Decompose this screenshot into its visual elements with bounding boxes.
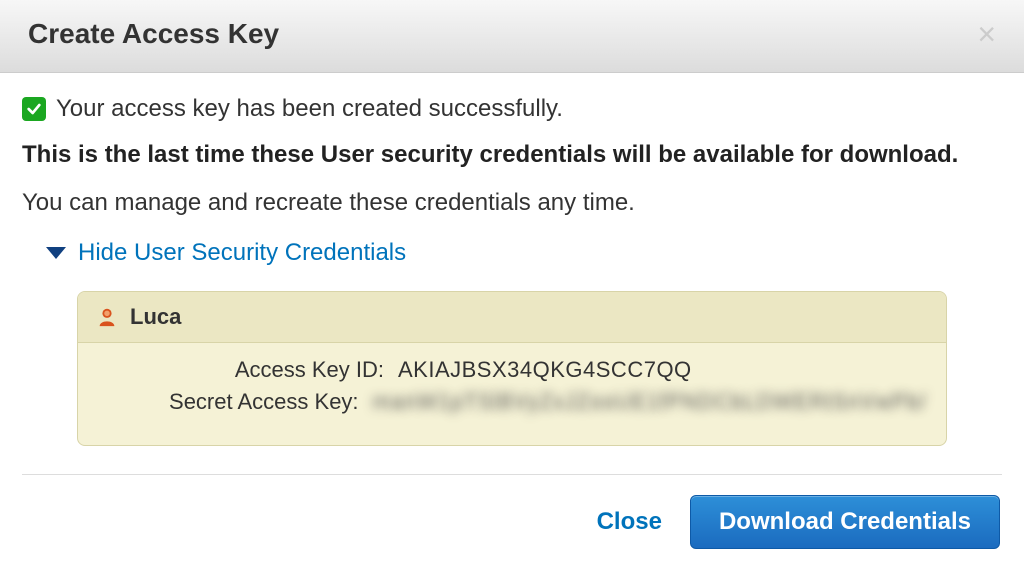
- credentials-panel-body: Access Key ID: AKIAJBSX34QKG4SCC7QQ Secr…: [78, 343, 946, 445]
- toggle-label: Hide User Security Credentials: [78, 239, 406, 267]
- checkmark-icon: [22, 97, 46, 121]
- close-button[interactable]: Close: [597, 508, 662, 536]
- download-credentials-button[interactable]: Download Credentials: [690, 495, 1000, 549]
- dialog-body: Your access key has been created success…: [0, 73, 1024, 446]
- credentials-panel-header: Luca: [78, 292, 946, 343]
- close-icon[interactable]: ×: [977, 18, 996, 50]
- user-name: Luca: [130, 304, 181, 330]
- dialog-header: Create Access Key ×: [0, 0, 1024, 73]
- access-key-id-label: Access Key ID:: [98, 357, 398, 383]
- success-text: Your access key has been created success…: [56, 95, 563, 123]
- success-message: Your access key has been created success…: [22, 95, 1002, 123]
- access-key-id-row: Access Key ID: AKIAJBSX34QKG4SCC7QQ: [98, 357, 926, 383]
- dialog-footer: Close Download Credentials: [0, 475, 1024, 569]
- warning-text: This is the last time these User securit…: [22, 141, 1002, 169]
- info-text: You can manage and recreate these creden…: [22, 189, 1002, 217]
- user-icon: [96, 306, 118, 328]
- caret-down-icon: [46, 247, 66, 259]
- access-key-id-value: AKIAJBSX34QKG4SCC7QQ: [398, 357, 692, 383]
- credentials-panel: Luca Access Key ID: AKIAJBSX34QKG4SCC7QQ…: [77, 291, 947, 446]
- secret-access-key-label: Secret Access Key:: [98, 389, 373, 415]
- toggle-credentials[interactable]: Hide User Security Credentials: [46, 239, 1002, 267]
- secret-access-key-value: manW1pTSlBVyZxJZooUE1fPNDCbLDWERtSnVwPb/: [373, 389, 926, 415]
- dialog-title: Create Access Key: [28, 18, 279, 50]
- secret-access-key-row: Secret Access Key: manW1pTSlBVyZxJZooUE1…: [98, 389, 926, 415]
